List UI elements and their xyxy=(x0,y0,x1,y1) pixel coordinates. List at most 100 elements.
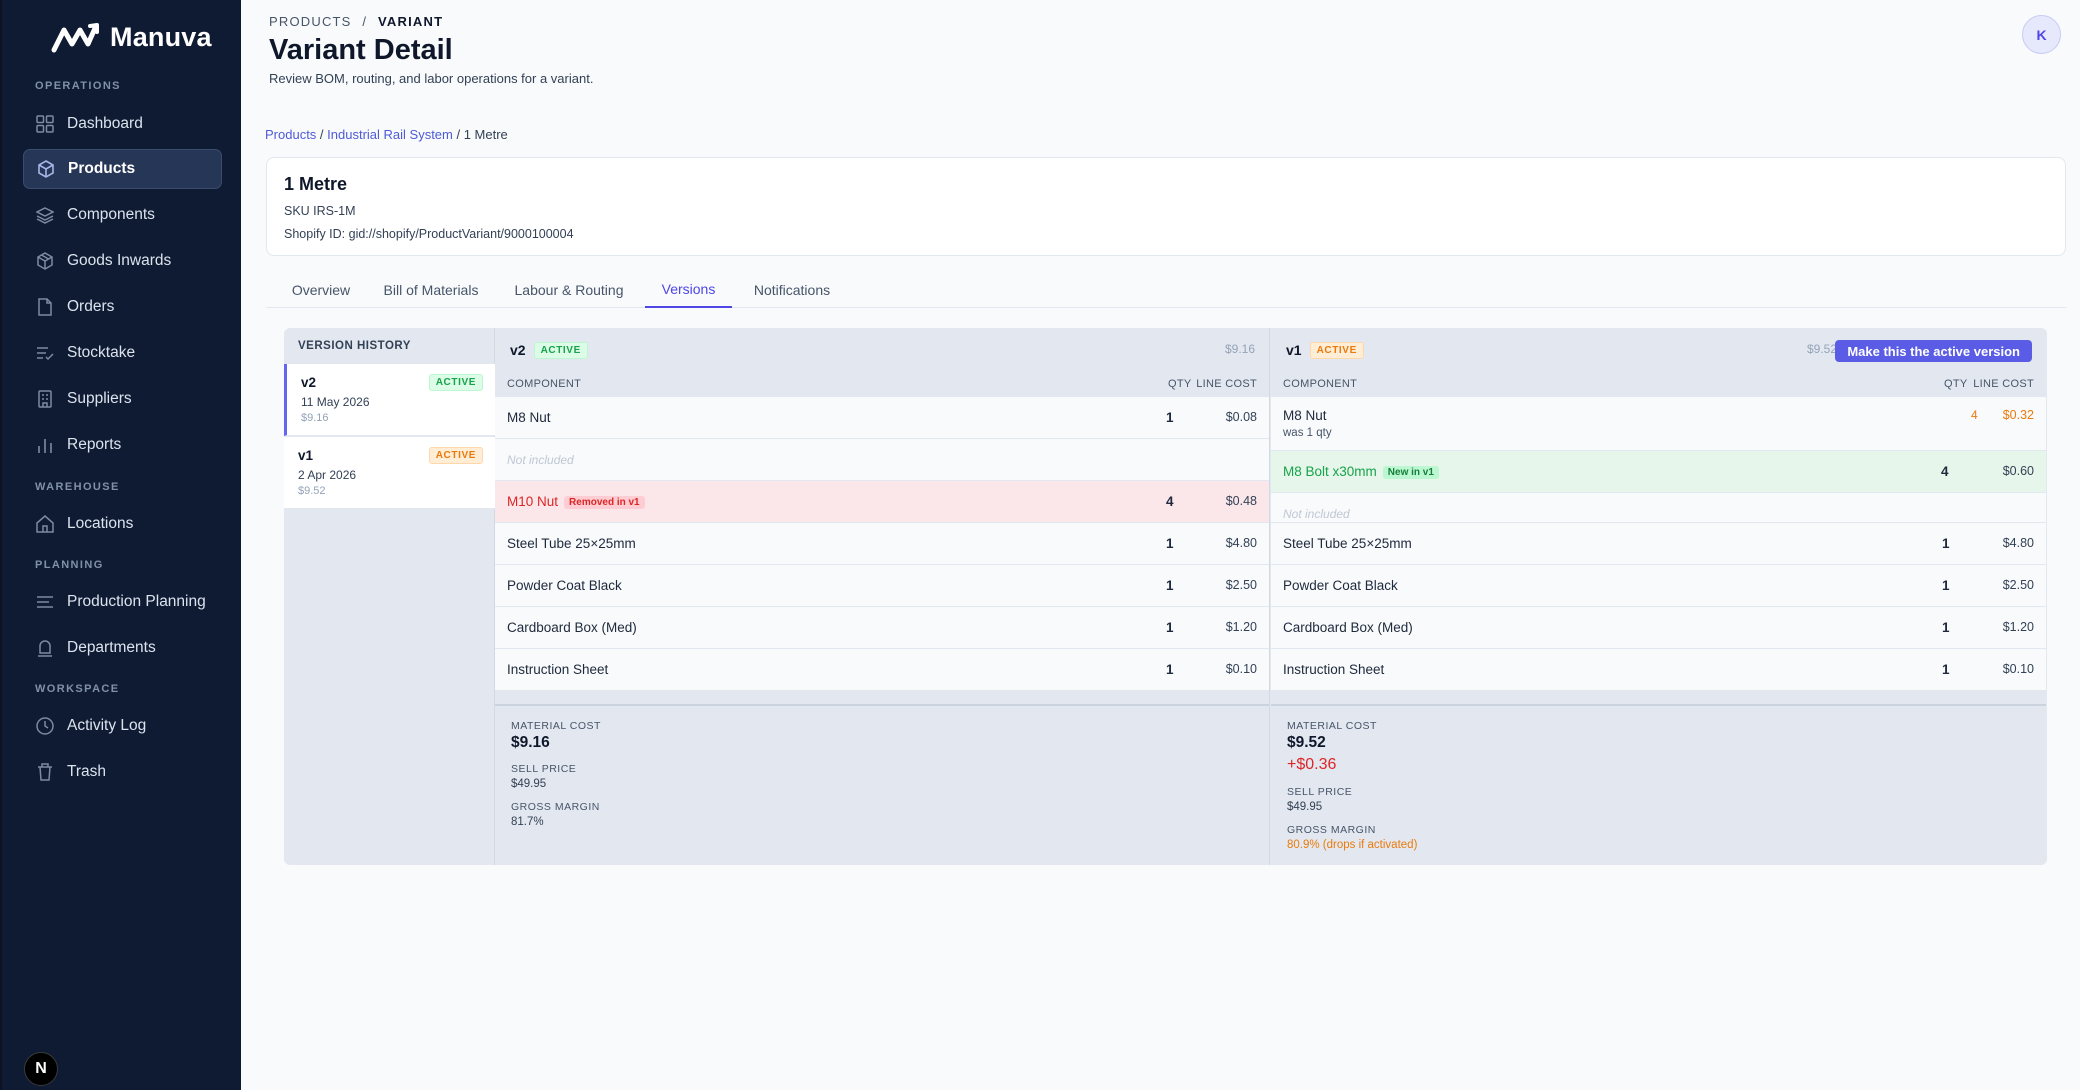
gross-margin-label: GROSS MARGIN xyxy=(1287,824,1376,836)
version-cost: $9.16 xyxy=(301,412,329,424)
trash-icon xyxy=(35,763,54,782)
component-qty: 1 xyxy=(1166,536,1174,551)
sidebar-item-production-planning[interactable]: Production Planning xyxy=(23,582,222,622)
component-name: Instruction Sheet xyxy=(1283,662,1385,677)
table-row[interactable]: M8 Nut 1 $0.08 xyxy=(495,396,1269,438)
path-separator: / xyxy=(316,127,328,142)
component-qty: 4 xyxy=(1166,494,1174,509)
tab-overview[interactable]: Overview xyxy=(286,272,356,308)
component-name: M8 Nut xyxy=(507,410,551,425)
page-title: Variant Detail xyxy=(269,34,453,66)
table-row[interactable]: M8 Nut was 1 qty 4 $0.32 xyxy=(1271,396,2046,450)
sidebar-item-products[interactable]: Products xyxy=(23,149,222,189)
version-date: 11 May 2026 xyxy=(301,395,370,409)
variant-card: 1 Metre SKU IRS-1M Shopify ID: gid://sho… xyxy=(266,157,2066,256)
sidebar-item-trash[interactable]: Trash xyxy=(23,752,222,792)
sidebar-item-suppliers[interactable]: Suppliers xyxy=(23,379,222,419)
section-label-planning: PLANNING xyxy=(35,559,104,571)
building-icon xyxy=(35,390,54,409)
table-row[interactable]: Instruction Sheet 1 $0.10 xyxy=(495,648,1269,690)
path-link-product[interactable]: Industrial Rail System xyxy=(327,127,453,142)
sidebar-item-locations[interactable]: Locations xyxy=(23,504,222,544)
versions-panel: VERSION HISTORY v2 ACTIVE 11 May 2026 $9… xyxy=(284,328,2047,865)
sidebar-item-label: Dashboard xyxy=(67,115,143,132)
framework-badge[interactable]: N xyxy=(24,1052,58,1086)
sidebar-item-label: Components xyxy=(67,206,155,223)
breadcrumb-parent[interactable]: PRODUCTS xyxy=(269,14,352,29)
table-row[interactable]: Cardboard Box (Med) 1 $1.20 xyxy=(1271,606,2046,648)
app-name: Manuva xyxy=(110,21,212,52)
sidebar-item-goods-inwards[interactable]: Goods Inwards xyxy=(23,241,222,281)
sidebar-item-label: Goods Inwards xyxy=(67,252,172,269)
material-cost: $9.52 xyxy=(1287,734,1326,751)
sidebar-item-label: Stocktake xyxy=(67,344,136,361)
col-component: COMPONENT xyxy=(507,378,582,390)
table-row[interactable]: M10 Nut Removed in v1 4 $0.48 xyxy=(495,480,1269,522)
column-headers: COMPONENT QTY LINE COST xyxy=(495,372,1269,396)
tab-notifications[interactable]: Notifications xyxy=(748,272,836,308)
status-badge: ACTIVE xyxy=(428,374,483,391)
table-row[interactable]: Instruction Sheet 1 $0.10 xyxy=(1271,648,2046,690)
sell-price-label: SELL PRICE xyxy=(511,763,577,775)
line-cost: $1.20 xyxy=(1225,620,1257,634)
breadcrumb-separator: / xyxy=(362,14,368,29)
shopify-id: Shopify ID: gid://shopify/ProductVariant… xyxy=(284,227,574,241)
material-cost: $9.16 xyxy=(511,734,550,751)
tab-bill-of-materials[interactable]: Bill of Materials xyxy=(378,272,484,308)
component-qty: 4 xyxy=(1971,408,1978,422)
sidebar-item-stocktake[interactable]: Stocktake xyxy=(23,333,222,373)
box-icon xyxy=(36,160,55,179)
grid-icon xyxy=(35,115,54,134)
tab-labour-routing[interactable]: Labour & Routing xyxy=(511,272,627,308)
page-subtitle: Review BOM, routing, and labor operation… xyxy=(269,71,594,86)
compare-version: v1 xyxy=(1286,342,1302,358)
sidebar-item-label: Products xyxy=(68,160,136,177)
status-badge: ACTIVE xyxy=(1309,341,1364,359)
sidebar-item-dashboard[interactable]: Dashboard xyxy=(23,104,222,144)
cost-summary: MATERIAL COST $9.52 +$0.36 SELL PRICE $4… xyxy=(1271,704,2046,865)
avatar[interactable]: K xyxy=(2022,15,2061,54)
table-row: Not included xyxy=(495,438,1269,480)
version-cost: $9.52 xyxy=(298,485,326,497)
previous-qty-note: was 1 qty xyxy=(1283,427,1332,439)
sidebar-item-activity-log[interactable]: Activity Log xyxy=(23,706,222,746)
table-row[interactable]: M8 Bolt x30mm New in v1 4 $0.60 xyxy=(1271,450,2046,492)
make-active-button[interactable]: Make this the active version xyxy=(1835,340,2032,362)
compare-header: v1 ACTIVE $9.52 Make this the active ver… xyxy=(1271,328,2046,372)
logo[interactable]: Manuva xyxy=(50,20,212,54)
material-cost-label: MATERIAL COST xyxy=(1287,720,1377,732)
component-name: Powder Coat Black xyxy=(1283,578,1398,593)
sidebar-item-label: Departments xyxy=(67,639,156,656)
component-qty: 4 xyxy=(1941,464,1949,479)
sell-price: $49.95 xyxy=(511,778,547,790)
material-cost-label: MATERIAL COST xyxy=(511,720,601,732)
bar-chart-icon xyxy=(35,436,54,455)
logo-icon xyxy=(51,23,99,53)
table-row[interactable]: Steel Tube 25×25mm 1 $4.80 xyxy=(1271,522,2046,564)
path-separator: / xyxy=(452,127,464,142)
added-tag: New in v1 xyxy=(1382,466,1439,479)
sidebar-item-orders[interactable]: Orders xyxy=(23,287,222,327)
table-row[interactable]: Steel Tube 25×25mm 1 $4.80 xyxy=(495,522,1269,564)
sidebar-item-reports[interactable]: Reports xyxy=(23,425,222,465)
table-row[interactable]: Cardboard Box (Med) 1 $1.20 xyxy=(495,606,1269,648)
version-item-v2[interactable]: v2 ACTIVE 11 May 2026 $9.16 xyxy=(284,364,495,436)
sidebar-item-components[interactable]: Components xyxy=(23,195,222,235)
sidebar-item-label: Production Planning xyxy=(67,593,206,610)
component-name: Instruction Sheet xyxy=(507,662,609,677)
line-cost: $2.50 xyxy=(1225,578,1257,592)
product-path: Products / Industrial Rail System / 1 Me… xyxy=(265,127,508,142)
tab-versions[interactable]: Versions xyxy=(645,272,732,308)
table-row[interactable]: Powder Coat Black 1 $2.50 xyxy=(495,564,1269,606)
sidebar-item-departments[interactable]: Departments xyxy=(23,628,222,668)
line-cost: $4.80 xyxy=(2002,536,2034,550)
path-link-products[interactable]: Products xyxy=(265,127,316,142)
line-cost: $4.80 xyxy=(1225,536,1257,550)
line-cost: $2.50 xyxy=(2002,578,2034,592)
table-row[interactable]: Powder Coat Black 1 $2.50 xyxy=(1271,564,2046,606)
version-item-v1[interactable]: v1 ACTIVE 2 Apr 2026 $9.52 xyxy=(284,437,495,509)
layers-icon xyxy=(35,206,54,225)
sidebar-item-label: Locations xyxy=(67,515,134,532)
component-name: M8 Bolt x30mm New in v1 xyxy=(1283,464,1439,479)
status-badge: ACTIVE xyxy=(428,447,483,464)
